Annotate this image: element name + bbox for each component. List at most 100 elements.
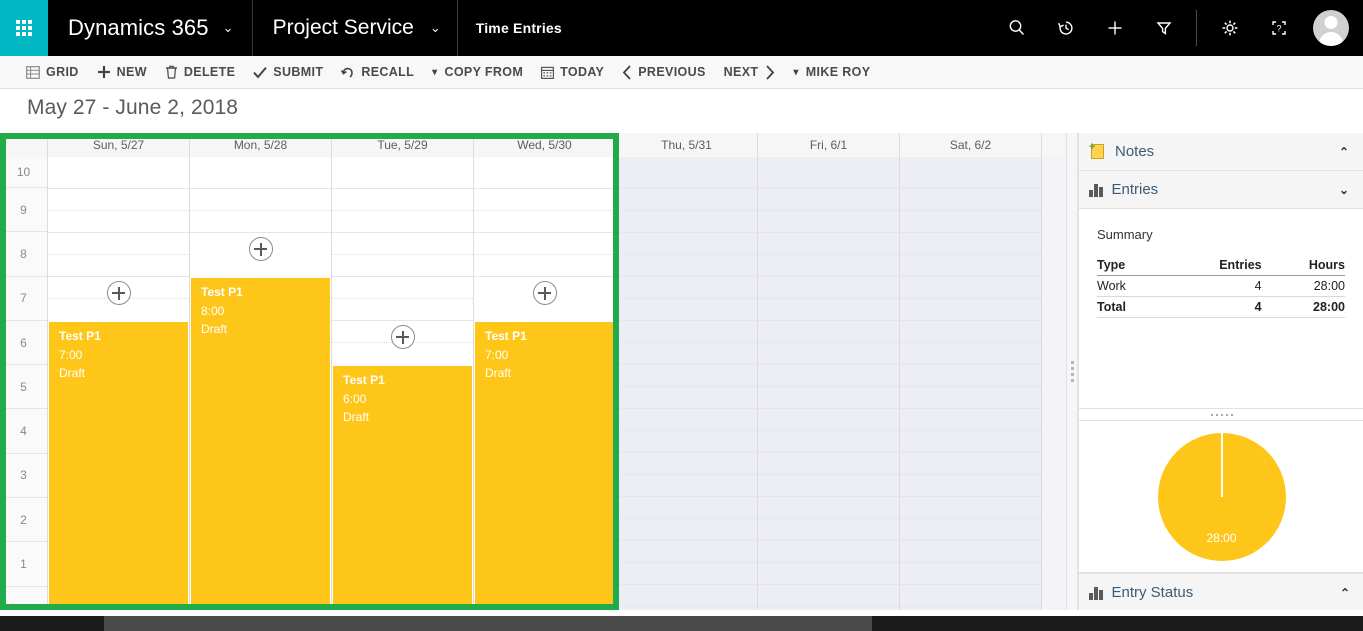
new-button[interactable]: NEW	[97, 56, 147, 89]
previous-button[interactable]: PREVIOUS	[622, 56, 705, 89]
svg-text:?: ?	[1276, 24, 1281, 34]
app-project-service[interactable]: Project Service ⌄	[253, 0, 458, 56]
entry-title: Test P1	[485, 329, 527, 343]
right-panel: + Notes ⌃ Entries ⌄ Summary Type Entries…	[1078, 133, 1363, 611]
day-column-sun[interactable]: Test P1 7:00 Draft	[48, 157, 190, 610]
quick-create-icon[interactable]	[1090, 0, 1139, 56]
entry-status-section-header[interactable]: Entry Status ⌃	[1079, 573, 1363, 611]
entry-hours: 6:00	[343, 392, 367, 406]
date-range-title: May 27 - June 2, 2018	[27, 96, 239, 119]
calendar-right-spacer	[1042, 157, 1066, 610]
search-icon[interactable]	[992, 0, 1041, 56]
add-entry-mon[interactable]	[248, 237, 273, 261]
submit-label: SUBMIT	[273, 65, 324, 79]
pie-slice-divider	[1220, 432, 1223, 497]
entry-title: Test P1	[343, 373, 385, 387]
today-label: TODAY	[560, 65, 605, 79]
grid-button[interactable]: GRID	[26, 56, 79, 89]
time-entry-wed[interactable]: Test P1 7:00 Draft	[475, 322, 614, 610]
col-type: Type	[1097, 258, 1164, 276]
delete-button[interactable]: DELETE	[165, 56, 235, 89]
chevron-down-icon: ▾	[793, 66, 799, 78]
notes-section-header[interactable]: + Notes ⌃	[1079, 133, 1363, 171]
entry-hours: 7:00	[485, 348, 509, 362]
scrollbar-thumb[interactable]	[104, 616, 872, 631]
day-column-tue[interactable]: Test P1 6:00 Draft	[332, 157, 474, 610]
time-label-3: 3	[0, 453, 47, 499]
add-entry-wed[interactable]	[532, 281, 557, 305]
time-label-6: 6	[0, 320, 47, 366]
settings-gear-icon[interactable]	[1205, 0, 1254, 56]
recall-button[interactable]: RECALL	[341, 56, 414, 89]
entry-status: Draft	[59, 366, 86, 380]
chevron-up-icon: ⌃	[1338, 144, 1349, 159]
pie-slice-work[interactable]: 28:00	[1157, 432, 1286, 561]
next-button[interactable]: NEXT	[724, 56, 776, 89]
day-header-tue[interactable]: Tue, 5/29	[332, 133, 474, 157]
time-axis: 10 9 8 7 6 5 4 3 2 1	[0, 157, 48, 610]
day-header-sat[interactable]: Sat, 6/2	[900, 133, 1042, 157]
day-header-mon[interactable]: Mon, 5/28	[190, 133, 332, 157]
entry-status-label: Entry Status	[1111, 584, 1194, 601]
grid-icon	[26, 65, 40, 79]
day-column-sat[interactable]	[900, 157, 1042, 610]
previous-label: PREVIOUS	[638, 65, 706, 79]
grid-label: GRID	[46, 65, 79, 79]
time-label-8: 8	[0, 232, 47, 277]
time-entry-sun[interactable]: Test P1 7:00 Draft	[49, 322, 188, 610]
submit-button[interactable]: SUBMIT	[253, 56, 323, 89]
day-header-thu[interactable]: Thu, 5/31	[616, 133, 758, 157]
delete-label: DELETE	[183, 65, 236, 79]
entry-status: Draft	[201, 322, 228, 336]
table-row: Work 4 28:00	[1097, 275, 1345, 297]
panel-resize-grip[interactable]	[1079, 408, 1363, 421]
app-launcher-icon[interactable]	[0, 0, 48, 56]
user-filter-button[interactable]: ▾ MIKE ROY	[793, 56, 870, 89]
chevron-down-icon: ⌄	[429, 20, 441, 35]
next-label: NEXT	[723, 65, 759, 79]
summary-header-row: Type Entries Hours	[1097, 258, 1345, 276]
time-label-2: 2	[0, 498, 47, 543]
row-hours: 28:00	[1261, 296, 1345, 318]
day-column-thu[interactable]	[616, 157, 758, 610]
page-title: Time Entries	[475, 20, 562, 36]
day-column-fri[interactable]	[758, 157, 900, 610]
copy-from-button[interactable]: ▾ COPY FROM	[432, 56, 523, 89]
check-icon	[253, 66, 268, 79]
filter-icon[interactable]	[1139, 0, 1188, 56]
horizontal-scrollbar[interactable]	[0, 616, 1363, 631]
panel-splitter[interactable]	[1066, 133, 1078, 610]
time-entry-tue[interactable]: Test P1 6:00 Draft	[333, 366, 472, 610]
bar-chart-icon	[1089, 183, 1103, 197]
add-entry-sun[interactable]	[106, 281, 131, 305]
day-header-sun[interactable]: Sun, 5/27	[48, 133, 190, 157]
recent-history-icon[interactable]	[1041, 0, 1090, 56]
chevron-left-icon	[622, 64, 632, 80]
row-type: Total	[1097, 296, 1164, 318]
brand-label: Dynamics 365	[68, 15, 209, 40]
day-column-mon[interactable]: Test P1 8:00 Draft	[190, 157, 332, 610]
chevron-down-icon: ▾	[432, 66, 438, 78]
day-column-wed[interactable]: Test P1 7:00 Draft	[474, 157, 616, 610]
time-entry-mon[interactable]: Test P1 8:00 Draft	[191, 278, 330, 610]
col-hours: Hours	[1261, 258, 1345, 276]
user-avatar[interactable]	[1313, 10, 1349, 46]
summary-table: Type Entries Hours Work 4 28:00 Total 4 …	[1097, 258, 1345, 318]
day-header-wed[interactable]: Wed, 5/30	[474, 133, 616, 157]
entry-hours: 7:00	[59, 348, 83, 362]
summary-block: Summary Type Entries Hours Work 4 28:00 …	[1079, 209, 1363, 318]
row-type: Work	[1097, 275, 1164, 297]
entries-section-header[interactable]: Entries ⌄	[1079, 171, 1363, 209]
day-header-fri[interactable]: Fri, 6/1	[758, 133, 900, 157]
splitter-grip-icon	[1070, 361, 1074, 382]
divider	[1196, 10, 1197, 46]
today-button[interactable]: TODAY	[541, 56, 604, 89]
brand-dynamics365[interactable]: Dynamics 365 ⌄	[48, 0, 253, 56]
entries-label: Entries	[1111, 181, 1159, 198]
plus-icon	[97, 65, 111, 79]
calendar-corner-cell	[0, 133, 48, 157]
calendar-grid: Sun, 5/27 Mon, 5/28 Tue, 5/29 Wed, 5/30 …	[0, 133, 1066, 610]
help-icon[interactable]: ?	[1254, 0, 1303, 56]
add-entry-tue[interactable]	[390, 325, 415, 349]
recall-label: RECALL	[361, 65, 415, 79]
